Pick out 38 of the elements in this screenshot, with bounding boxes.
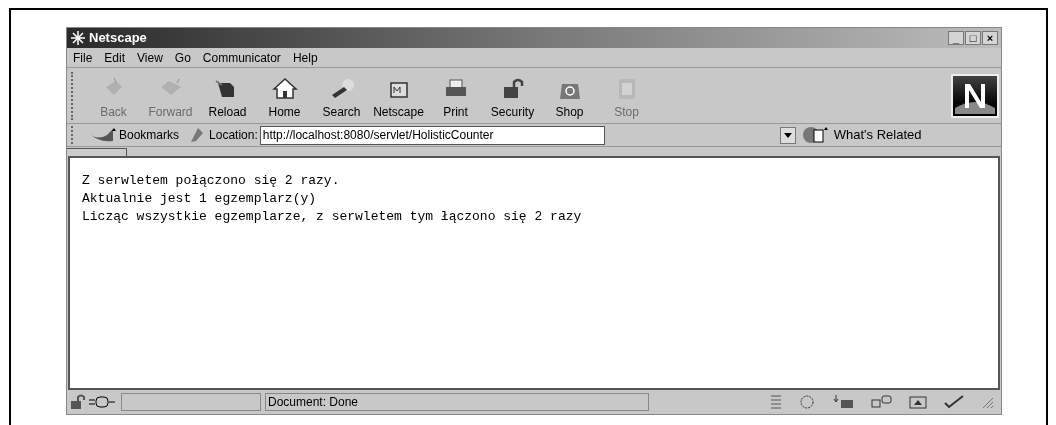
bookmarks-button[interactable]: Bookmarks: [87, 126, 180, 144]
url-field[interactable]: http://localhost:8080/servlet/HolisticCounter: [259, 125, 605, 145]
menu-item[interactable]: View: [137, 48, 163, 67]
location-label: Location:: [209, 127, 258, 144]
lines-icon: [771, 395, 781, 409]
maximize-button[interactable]: □: [965, 31, 981, 45]
resize-grip-icon[interactable]: [981, 396, 993, 408]
toolbar-button[interactable]: Reload: [199, 70, 256, 121]
menu-item[interactable]: Edit: [104, 48, 126, 67]
tab-handle[interactable]: [67, 148, 127, 156]
inbox-icon[interactable]: [833, 395, 855, 409]
menu-item[interactable]: Help: [292, 48, 318, 67]
close-button[interactable]: ×: [982, 31, 998, 45]
menu-item[interactable]: Go: [174, 48, 191, 67]
card-icon[interactable]: [909, 395, 927, 409]
menu-item[interactable]: Communicator: [202, 48, 281, 67]
toolbar-button[interactable]: Print: [427, 70, 484, 121]
house-icon: [270, 76, 299, 101]
star-icon: [70, 30, 86, 46]
toolbar-button[interactable]: Search: [313, 70, 370, 121]
caret-icon: [783, 132, 792, 138]
text-line: Licząc wszystkie egzemplarze, z serwletem tym łączono się 2 razy: [82, 208, 583, 226]
dropdown-button[interactable]: [779, 126, 796, 144]
toolbar-button[interactable]: Security: [484, 70, 541, 121]
plug-icon: [89, 395, 115, 409]
text-line: Z serwletem połączono się 2 razy.: [82, 172, 341, 190]
text-line: Aktualnie jest 1 egzemplarz(y): [82, 190, 318, 208]
chat-icon[interactable]: [871, 395, 893, 409]
window-title: Netscape: [89, 29, 147, 48]
whats-related-button[interactable]: What's Related: [801, 125, 922, 145]
toolbar-button[interactable]: Netscape: [370, 70, 427, 121]
toolbar-button[interactable]: Home: [256, 70, 313, 121]
minimize-button[interactable]: _: [948, 31, 964, 45]
padlock-icon: [69, 394, 87, 410]
menu-item[interactable]: File: [73, 48, 93, 67]
status-field: Document: Done: [265, 393, 649, 411]
toolbar-button[interactable]: Shop: [541, 70, 598, 121]
logo-icon: [951, 73, 999, 118]
